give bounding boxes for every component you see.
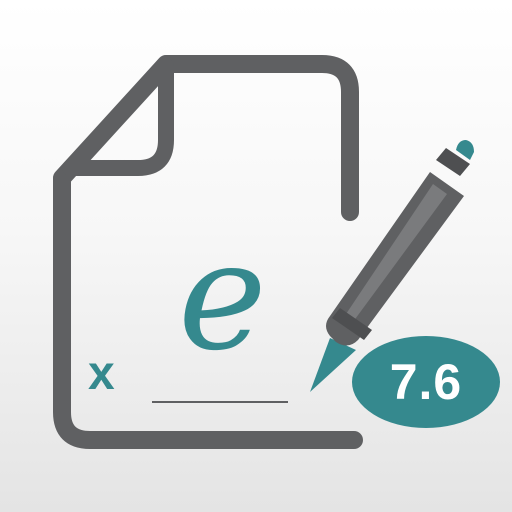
signature-e-letter: e — [178, 210, 267, 384]
version-badge: 7.6 — [352, 336, 500, 428]
app-icon: x e 7.6 — [0, 0, 512, 512]
version-label: 7.6 — [389, 354, 463, 410]
signature-x-mark: x — [88, 347, 115, 400]
